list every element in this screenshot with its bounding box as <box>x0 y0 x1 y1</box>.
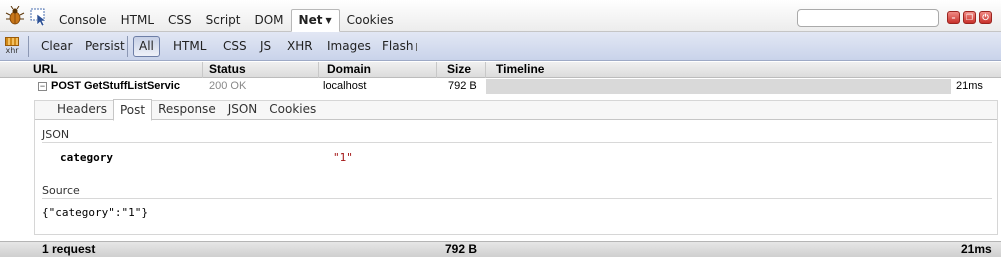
tab-console[interactable]: Console <box>52 9 114 32</box>
chevron-down-icon[interactable]: ▼ <box>325 16 331 25</box>
section-divider <box>42 198 992 199</box>
firebug-bug-icon[interactable] <box>5 6 25 26</box>
tab-dom[interactable]: DOM <box>247 9 290 32</box>
post-tab-body: JSON category "1" Source {"category":"1"… <box>35 119 997 234</box>
summary-total-time: 21ms <box>961 242 992 256</box>
filter-all-button[interactable]: All <box>133 36 160 57</box>
json-property-value: "1" <box>333 151 353 164</box>
xhr-icon-graphic <box>5 37 19 46</box>
persist-button[interactable]: Persist <box>79 36 131 57</box>
filter-css-button[interactable]: CSS <box>217 36 253 57</box>
request-timeline-bar <box>486 79 951 94</box>
search-input[interactable] <box>797 9 939 27</box>
post-source-text: {"category":"1"} <box>42 206 148 219</box>
inspect-element-icon[interactable] <box>30 8 48 26</box>
tab-net-label: Net <box>298 13 323 27</box>
column-header-status[interactable]: Status <box>205 62 319 78</box>
column-header-timeline[interactable]: Timeline <box>492 62 1001 78</box>
filter-images-button[interactable]: Images <box>321 36 377 57</box>
toolbar-separator <box>416 43 417 51</box>
toolbar-separator <box>127 36 128 57</box>
panel-tabs: Console HTML CSS Script DOM Net ▼ Cookies <box>52 9 401 32</box>
xhr-icon-label: xhr <box>5 46 19 55</box>
tab-script[interactable]: Script <box>199 9 248 32</box>
section-divider <box>42 142 992 143</box>
filter-html-button[interactable]: HTML <box>167 36 212 57</box>
net-filter-toolbar: xhr Clear Persist All HTML CSS JS XHR Im… <box>0 32 1001 61</box>
column-header-url[interactable]: URL <box>29 62 203 78</box>
main-toolbar: Console HTML CSS Script DOM Net ▼ Cookies… <box>0 0 1001 32</box>
request-time: 21ms <box>956 80 983 92</box>
clear-button[interactable]: Clear <box>35 36 78 57</box>
close-icon[interactable]: ⏻ <box>979 11 992 24</box>
request-status: 200 OK <box>209 80 247 92</box>
tab-cookies-detail[interactable]: Cookies <box>263 99 322 121</box>
request-domain: localhost <box>323 80 367 92</box>
tab-json[interactable]: JSON <box>222 99 264 121</box>
column-header-size[interactable]: Size <box>443 62 486 78</box>
tab-response[interactable]: Response <box>152 99 222 121</box>
request-url[interactable]: POST GetStuffListServic <box>51 79 203 94</box>
minimize-icon[interactable]: – <box>947 11 960 24</box>
json-section-title: JSON <box>42 128 70 141</box>
net-summary-row: 1 request 792 B 21ms <box>0 241 1001 257</box>
tab-net[interactable]: Net ▼ <box>290 9 340 32</box>
collapse-icon[interactable]: − <box>38 82 47 91</box>
tab-css[interactable]: CSS <box>161 9 199 32</box>
filter-js-button[interactable]: JS <box>254 36 277 57</box>
net-column-header: URL Status Domain Size Timeline <box>0 62 1001 78</box>
xhr-icon[interactable]: xhr <box>4 37 20 56</box>
tab-html[interactable]: HTML <box>114 9 161 32</box>
summary-request-count: 1 request <box>42 242 96 256</box>
source-section-title: Source <box>42 184 80 197</box>
column-header-domain[interactable]: Domain <box>323 62 437 78</box>
details-tabs: Headers Post Response JSON Cookies <box>51 99 322 121</box>
tab-post[interactable]: Post <box>112 99 153 121</box>
restore-icon[interactable]: ❐ <box>963 11 976 24</box>
toolbar-separator <box>28 36 29 57</box>
summary-total-size: 792 B <box>445 242 478 256</box>
json-property-key[interactable]: category <box>60 151 113 164</box>
request-row[interactable]: − POST GetStuffListServic 200 OK localho… <box>0 79 1001 94</box>
request-size: 792 B <box>448 80 477 92</box>
tab-cookies[interactable]: Cookies <box>340 9 401 32</box>
request-details: JSON category "1" Source {"category":"1"… <box>0 94 1001 241</box>
tab-headers[interactable]: Headers <box>51 99 113 121</box>
filter-xhr-button[interactable]: XHR <box>281 36 319 57</box>
filter-flash-button[interactable]: Flash <box>376 36 419 57</box>
